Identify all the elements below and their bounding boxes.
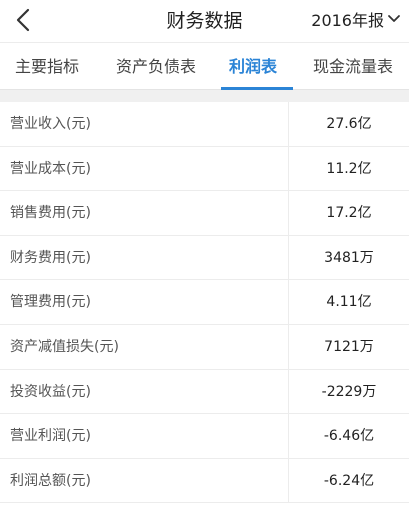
row-value: 4.11亿 bbox=[326, 294, 372, 311]
chevron-down-icon bbox=[388, 15, 400, 22]
table-row: 管理费用(元) 4.11亿 bbox=[0, 280, 409, 325]
table-row: 资产减值损失(元) 7121万 bbox=[0, 324, 409, 370]
row-value: -2229万 bbox=[321, 383, 377, 400]
table-row: 投资收益(元) -2229万 bbox=[0, 369, 409, 415]
row-label: 资产减值损失(元) bbox=[10, 338, 119, 355]
tab-cash-flow[interactable]: 现金流量表 bbox=[313, 43, 393, 90]
table-row: 营业成本(元) 11.2亿 bbox=[0, 146, 409, 192]
row-label: 销售费用(元) bbox=[10, 205, 91, 222]
table-row: 营业利润(元) -6.46亿 bbox=[0, 414, 409, 459]
table-row: 财务费用(元) 3481万 bbox=[0, 235, 409, 281]
section-gap bbox=[0, 90, 409, 102]
nav-bar: 财务数据 2016年报 bbox=[0, 0, 409, 42]
row-label: 营业利润(元) bbox=[10, 428, 91, 445]
row-label: 管理费用(元) bbox=[10, 294, 91, 311]
period-selector[interactable]: 2016年报 bbox=[311, 7, 401, 31]
table-row: 营业收入(元) 27.6亿 bbox=[0, 102, 409, 147]
table-row: 销售费用(元) 17.2亿 bbox=[0, 191, 409, 236]
tab-balance-sheet[interactable]: 资产负债表 bbox=[116, 43, 196, 90]
row-label: 营业收入(元) bbox=[10, 116, 91, 132]
row-label: 营业成本(元) bbox=[10, 160, 91, 177]
income-statement-table: 营业收入(元) 27.6亿 营业成本(元) 11.2亿 销售费用(元) 17.2… bbox=[0, 102, 409, 504]
back-arrow-icon[interactable] bbox=[12, 7, 36, 33]
row-value: 11.2亿 bbox=[326, 160, 372, 177]
tab-income-statement[interactable]: 利润表 bbox=[229, 43, 277, 90]
tab-key-indicators[interactable]: 主要指标 bbox=[15, 43, 79, 90]
row-value: -6.46亿 bbox=[323, 428, 375, 445]
tab-bar: 主要指标 资产负债表 利润表 现金流量表 bbox=[0, 42, 409, 90]
row-value: -6.24亿 bbox=[323, 472, 375, 489]
row-value: 17.2亿 bbox=[326, 205, 372, 222]
row-value: 3481万 bbox=[324, 249, 374, 266]
row-label: 投资收益(元) bbox=[10, 383, 91, 400]
row-label: 财务费用(元) bbox=[10, 249, 91, 266]
row-value: 27.6亿 bbox=[326, 116, 372, 132]
row-label: 利润总额(元) bbox=[10, 472, 91, 489]
row-value: 7121万 bbox=[324, 338, 374, 355]
table-row: 利润总额(元) -6.24亿 bbox=[0, 458, 409, 504]
period-selector-label: 2016年报 bbox=[311, 11, 384, 30]
